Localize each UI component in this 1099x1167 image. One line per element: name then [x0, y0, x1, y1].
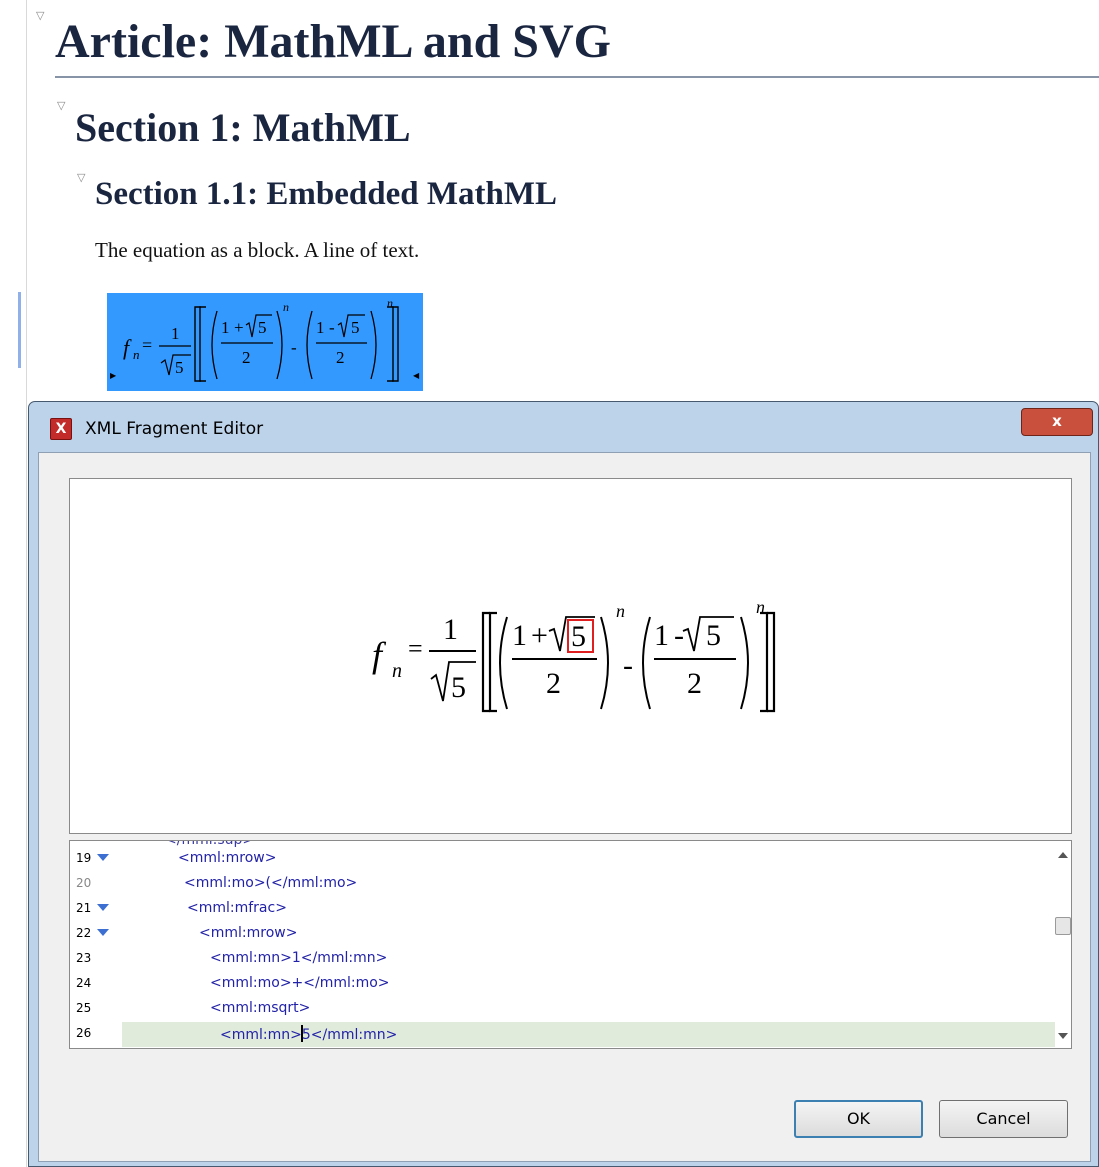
fold-triangle-icon[interactable]	[97, 904, 109, 911]
fold-triangle-icon[interactable]	[97, 929, 109, 936]
eq-large-f: f	[372, 635, 387, 675]
eq-exp-a: n	[283, 300, 289, 314]
eq-f: f	[123, 335, 132, 360]
eq-large-five-a: 5	[571, 620, 586, 653]
eq-equals: =	[142, 335, 152, 355]
line-number: 22	[76, 926, 92, 940]
section-1-heading: Section 1: MathML	[75, 105, 411, 150]
selection-start-marker-icon: ▶	[110, 371, 117, 380]
code-line[interactable]: 19 <mml:mrow>	[70, 847, 1055, 872]
equation-large-render: f n = 1 5 1 + 5 2 n - 1 - 5 2 n	[372, 597, 776, 713]
eq-large-minus-b: -	[674, 619, 684, 652]
code-line[interactable]: 20 <mml:mo>(</mml:mo>	[70, 872, 1055, 897]
eq-large-minus: -	[623, 649, 633, 682]
collapse-triangle-icon[interactable]: ▽	[77, 172, 85, 183]
collapse-triangle-icon[interactable]: ▽	[36, 10, 44, 21]
article-title: Article: MathML and SVG	[55, 15, 611, 68]
xml-source-editor[interactable]: </mml:sup> 19 <mml:mrow> 20 <mml:mo>(</m…	[69, 840, 1072, 1049]
code-text: <mml:mrow>	[199, 925, 298, 941]
code-line-current[interactable]: 26 <mml:mn>5</mml:mn>	[70, 1022, 1055, 1047]
dialog-titlebar[interactable]: X XML Fragment Editor x	[29, 402, 1098, 452]
eq-large-exp-a: n	[616, 601, 625, 621]
eq-five-a: 5	[258, 318, 267, 337]
dialog-client-area: f n = 1 5 1 + 5 2 n - 1 - 5 2 n </mml:su…	[38, 452, 1091, 1162]
scroll-up-arrow-icon[interactable]	[1058, 852, 1068, 858]
vertical-scrollbar[interactable]	[1055, 841, 1071, 1048]
selection-marker-bar	[18, 292, 21, 368]
eq-large-plus: +	[531, 619, 548, 652]
eq-sub: n	[133, 347, 140, 362]
eq-five-b: 5	[351, 318, 360, 337]
eq-two-a: 2	[242, 348, 251, 367]
eq-large-two-b: 2	[687, 667, 702, 700]
eq-exp-b: n	[387, 296, 393, 310]
code-line[interactable]: 21 <mml:mfrac>	[70, 897, 1055, 922]
eq-large-five-b: 5	[706, 619, 721, 652]
eq-large-equals: =	[408, 634, 423, 663]
document-left-rule	[26, 0, 27, 1167]
eq-large-two-a: 2	[546, 667, 561, 700]
selection-end-marker-icon: ◀	[413, 371, 420, 380]
eq-large-one-a: 1	[512, 619, 527, 652]
eq-one-a: 1	[221, 318, 230, 337]
code-text: <mml:mfrac>	[187, 900, 287, 916]
eq-two-b: 2	[336, 348, 345, 367]
eq-large-one-b: 1	[654, 619, 669, 652]
equation-preview-pane[interactable]: f n = 1 5 1 + 5 2 n - 1 - 5 2 n	[69, 478, 1072, 834]
line-number: 19	[76, 851, 92, 865]
dialog-title: XML Fragment Editor	[85, 419, 264, 439]
title-underline	[55, 76, 1099, 78]
fold-triangle-icon[interactable]	[97, 854, 109, 861]
code-text: <mml:mo>+</mml:mo>	[210, 975, 390, 991]
line-number: 26	[76, 1026, 92, 1040]
selected-equation[interactable]: f n = 1 5 1 + 5 2 n - 1 - 5 2 n	[107, 293, 423, 391]
section-1-1-heading: Section 1.1: Embedded MathML	[95, 176, 557, 212]
code-line[interactable]: 23 <mml:mn>1</mml:mn>	[70, 947, 1055, 972]
eq-minus-b: -	[329, 318, 335, 337]
collapse-triangle-icon[interactable]: ▽	[57, 100, 65, 111]
paragraph-text: The equation as a block. A line of text.	[95, 238, 420, 262]
line-number: 21	[76, 901, 92, 915]
scroll-down-arrow-icon[interactable]	[1058, 1033, 1068, 1039]
ok-button[interactable]: OK	[794, 1100, 923, 1138]
eq-plus: +	[234, 318, 244, 337]
code-line[interactable]: 25 <mml:msqrt>	[70, 997, 1055, 1022]
code-text: <mml:mo>(</mml:mo>	[184, 875, 358, 891]
eq-large-num-one: 1	[443, 613, 458, 646]
eq-minus: -	[291, 338, 297, 357]
close-icon: x	[1052, 412, 1062, 430]
code-text: <mml:msqrt>	[210, 1000, 311, 1016]
xml-editor-app-icon: X	[50, 418, 72, 440]
line-number: 20	[76, 876, 92, 890]
line-number: 24	[76, 976, 92, 990]
cancel-button[interactable]: Cancel	[939, 1100, 1068, 1138]
code-text-current: <mml:mn>5</mml:mn>	[220, 1025, 398, 1043]
line-number: 25	[76, 1001, 92, 1015]
eq-den-five: 5	[175, 358, 184, 377]
eq-num-one: 1	[171, 324, 180, 343]
line-number: 23	[76, 951, 92, 965]
code-line[interactable]: 22 <mml:mrow>	[70, 922, 1055, 947]
code-text: <mml:mn>1</mml:mn>	[210, 950, 388, 966]
xml-fragment-editor-dialog: X XML Fragment Editor x f n = 1 5 1 + 5 …	[28, 401, 1099, 1167]
equation-small-render: f n = 1 5 1 + 5 2 n - 1 - 5 2 n	[123, 296, 399, 382]
code-line[interactable]: 24 <mml:mo>+</mml:mo>	[70, 972, 1055, 997]
eq-one-b: 1	[316, 318, 325, 337]
scrollbar-thumb[interactable]	[1055, 917, 1071, 935]
eq-large-sub: n	[392, 660, 402, 682]
code-text: <mml:mrow>	[178, 850, 277, 866]
eq-large-den-five: 5	[451, 671, 466, 704]
close-button[interactable]: x	[1021, 408, 1093, 436]
